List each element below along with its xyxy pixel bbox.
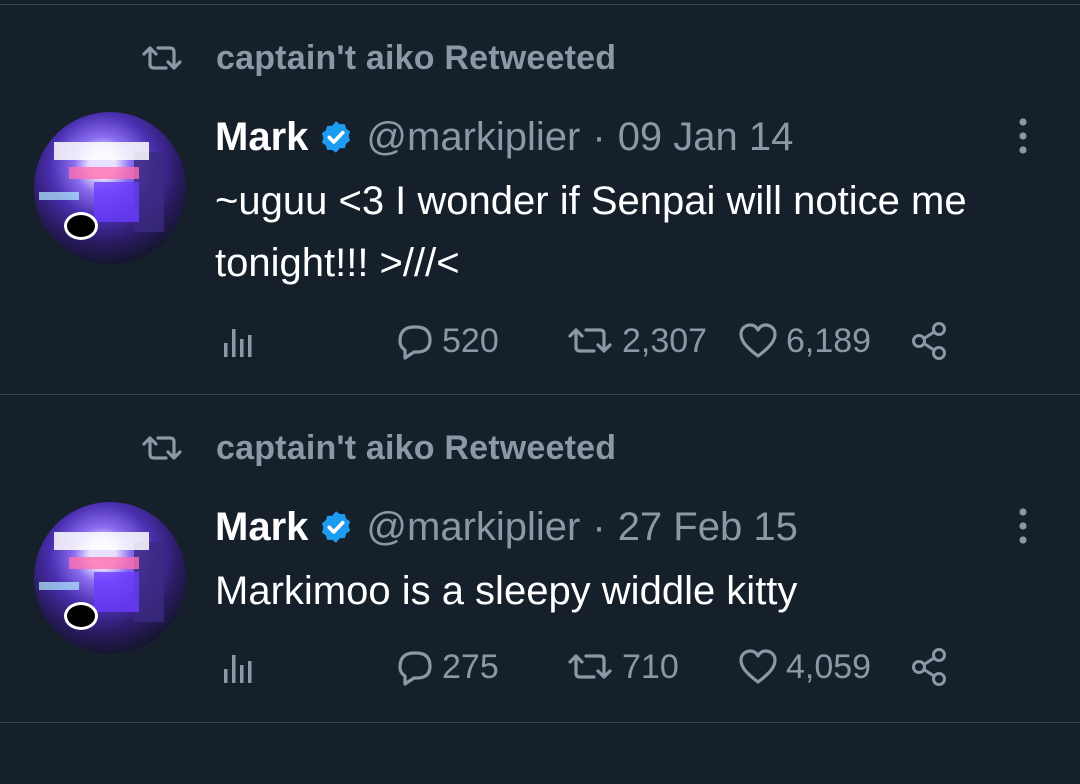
retweet-icon — [142, 46, 182, 70]
like-button[interactable]: 6,189 — [736, 316, 871, 366]
author-name[interactable]: Mark — [215, 505, 308, 550]
like-count: 6,189 — [786, 321, 872, 360]
tweet-card[interactable]: captain't aiko Retweeted Mark @markiplie… — [0, 4, 1080, 394]
tweet-actions: 275 710 4,059 — [220, 642, 980, 692]
analytics-icon — [224, 655, 252, 683]
tweet-header: Mark @markiplier · 27 Feb 15 — [215, 502, 798, 552]
author-handle[interactable]: @markiplier — [366, 115, 580, 160]
reply-button[interactable]: 275 — [392, 642, 499, 692]
retweet-icon — [568, 654, 612, 679]
analytics-button[interactable] — [220, 316, 260, 366]
retweeted-by-label[interactable]: captain't aiko Retweeted — [216, 429, 616, 468]
retweet-button[interactable]: 2,307 — [564, 316, 707, 366]
analytics-button[interactable] — [220, 642, 260, 692]
tweet-text: ~uguu <3 I wonder if Senpai will notice … — [215, 179, 967, 285]
retweet-indicator: captain't aiko Retweeted — [138, 426, 616, 470]
retweet-indicator: captain't aiko Retweeted — [138, 36, 616, 80]
author-handle[interactable]: @markiplier — [366, 505, 580, 550]
retweet-count: 710 — [622, 647, 679, 686]
retweet-icon — [568, 328, 612, 353]
retweet-icon — [142, 436, 182, 460]
share-button[interactable] — [908, 316, 952, 366]
tweet-header: Mark @markiplier · 09 Jan 14 — [215, 112, 793, 162]
reply-count: 275 — [442, 647, 499, 686]
separator-dot: · — [592, 114, 606, 159]
share-button[interactable] — [908, 642, 952, 692]
share-icon — [912, 648, 946, 686]
reply-button[interactable]: 520 — [392, 316, 499, 366]
avatar[interactable] — [34, 112, 186, 264]
author-name[interactable]: Mark — [215, 115, 308, 160]
like-button[interactable]: 4,059 — [736, 642, 871, 692]
heart-icon — [739, 323, 777, 358]
more-options-icon[interactable] — [1010, 506, 1036, 546]
reply-count: 520 — [442, 321, 499, 360]
reply-icon — [398, 651, 432, 686]
share-icon — [912, 322, 946, 360]
heart-icon — [739, 649, 777, 684]
like-count: 4,059 — [786, 647, 872, 686]
reply-icon — [398, 325, 432, 360]
tweet-date[interactable]: 09 Jan 14 — [618, 115, 794, 160]
tweet-text: Markimoo is a sleepy widdle kitty — [215, 569, 798, 613]
verified-badge-icon — [322, 511, 351, 543]
tweet-date[interactable]: 27 Feb 15 — [618, 505, 798, 550]
retweet-count: 2,307 — [622, 321, 708, 360]
tweet-card[interactable]: captain't aiko Retweeted Mark @markiplie… — [0, 394, 1080, 784]
verified-badge-icon — [322, 121, 351, 153]
retweeted-by-label[interactable]: captain't aiko Retweeted — [216, 39, 616, 78]
retweet-button[interactable]: 710 — [564, 642, 679, 692]
more-options-icon[interactable] — [1010, 116, 1036, 156]
tweet-actions: 520 2,307 6,189 — [220, 316, 980, 366]
bottom-divider — [0, 722, 1080, 723]
analytics-icon — [224, 329, 252, 357]
avatar[interactable] — [34, 502, 186, 654]
separator-dot: · — [592, 504, 606, 549]
